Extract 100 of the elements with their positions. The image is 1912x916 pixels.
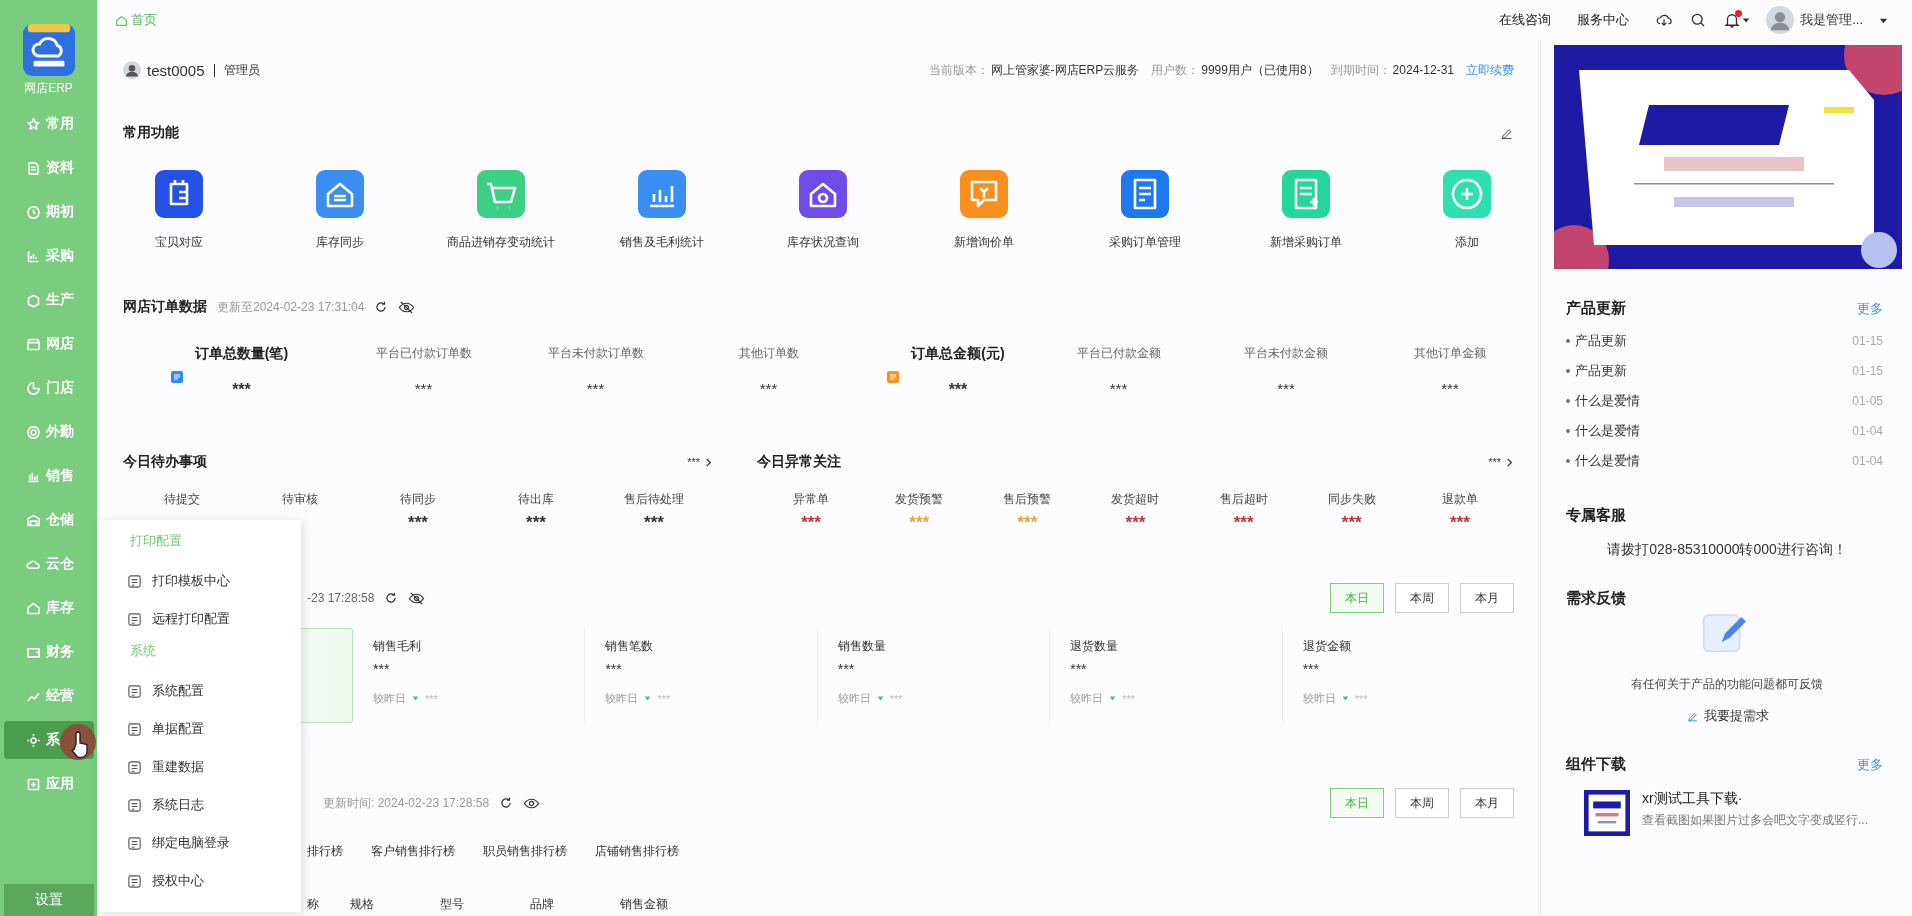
shortcut-button[interactable]: 新增询价单 (903, 170, 1064, 251)
menu-item[interactable]: 绑定电脑登录 (97, 824, 301, 862)
refresh-icon[interactable] (499, 796, 514, 810)
stat-label: 异常单 (793, 491, 830, 508)
menu-item[interactable]: 远程打印配置 (97, 600, 301, 638)
shortcut-button[interactable]: 宝贝对应 (98, 170, 259, 251)
stat-value: *** (801, 516, 821, 530)
menu-item[interactable]: 系统配置 (97, 672, 301, 710)
period-button[interactable]: 本周 (1395, 788, 1449, 818)
refresh-icon[interactable] (384, 591, 399, 605)
down-triangle-icon (876, 695, 884, 702)
stat-label: 售后预警 (1003, 491, 1052, 508)
house-icon (25, 600, 41, 616)
stat-label: 待出库 (518, 491, 554, 508)
stat-value: *** (1125, 516, 1146, 530)
star-icon (25, 116, 41, 132)
period-button[interactable]: 本周 (1395, 583, 1449, 613)
shortcut-button[interactable]: 销售及毛利统计 (581, 170, 742, 251)
update-time: -23 17:28:58 (307, 591, 375, 605)
feedback-text: 有任何关于产品的功能问题都可反馈 (1631, 676, 1823, 693)
update-time: 更新时间: 2024-02-23 17:28:58 (323, 794, 490, 812)
news-date: 01-04 (1852, 424, 1883, 438)
stat-value: *** (1449, 516, 1470, 530)
period-button[interactable]: 本月 (1460, 583, 1514, 613)
compare-value: *** (1122, 692, 1136, 705)
info-value: 2024-12-31 (1392, 63, 1454, 77)
shortcut-button[interactable]: 新增采购订单 (1225, 170, 1386, 251)
stat-label: 发货超时 (1111, 491, 1160, 508)
user-name[interactable]: 我是管理... (1800, 11, 1863, 29)
metric-label: 其他订单数 (738, 345, 799, 362)
bullet-icon (1566, 459, 1570, 463)
stat-value: *** (1017, 516, 1038, 530)
news-link[interactable]: 产品更新 (1575, 332, 1627, 350)
notification-bell-icon[interactable] (1723, 11, 1742, 29)
shortcut-button[interactable]: 库存同步 (259, 170, 420, 251)
shortcut-button[interactable]: 商品进销存变动统计 (420, 170, 581, 251)
compare-label: 较昨日 (373, 691, 406, 706)
app-name: 网店ERP (24, 80, 73, 97)
ranking-tab[interactable]: 店铺销售排行榜 (595, 843, 679, 860)
top-link[interactable]: 在线咨询 (1499, 11, 1552, 29)
stat-label: 待同步 (400, 491, 436, 508)
section-title: 今日异常关注 (757, 453, 841, 471)
menu-item[interactable]: 打印模板中心 (97, 562, 301, 600)
ranking-tab[interactable]: 职员销售排行榜 (483, 843, 567, 860)
menu-item[interactable]: 授权中心 (97, 862, 301, 900)
chevron-right-icon (1505, 457, 1514, 467)
menu-group-title: 打印配置 (129, 532, 183, 550)
avatar-icon[interactable] (1766, 6, 1795, 34)
more-link[interactable]: *** (1488, 456, 1514, 468)
news-link[interactable]: 什么是爱情 (1575, 452, 1640, 470)
download-description: 查看截图如果图片过多会吧文字变成竖行... (1642, 812, 1868, 829)
plus-icon (25, 776, 41, 792)
compare-label: 较昨日 (605, 691, 639, 706)
news-link[interactable]: 什么是爱情 (1575, 422, 1640, 440)
download-link[interactable]: xr测试工具下载· (1642, 790, 1868, 808)
news-link[interactable]: 产品更新 (1575, 362, 1627, 380)
menu-item[interactable]: 系统日志 (97, 786, 301, 824)
news-link[interactable]: 什么是爱情 (1575, 392, 1640, 410)
more-link[interactable]: *** (687, 456, 713, 468)
stat-label: 发货预警 (895, 491, 944, 508)
info-value: 网上管家婆-网店ERP云服务 (990, 61, 1140, 79)
top-link[interactable]: 服务中心 (1577, 11, 1630, 29)
metric-title: 订单总数量(笔) (194, 345, 289, 363)
submit-request-link[interactable]: 我要提需求 (1685, 707, 1769, 725)
service-text: 请拨打028-85310000转000进行咨询！ (1606, 541, 1848, 559)
period-button[interactable]: 本月 (1460, 788, 1514, 818)
avatar-icon (123, 61, 141, 79)
account-role: 管理员 (223, 61, 260, 79)
menu-item[interactable]: 单据配置 (97, 710, 301, 748)
card-value: *** (837, 661, 855, 677)
document-icon (127, 611, 142, 627)
refresh-icon[interactable] (374, 300, 389, 314)
metric-value: *** (759, 380, 778, 397)
compare-value: *** (1354, 692, 1368, 705)
bullet-icon (1566, 339, 1570, 343)
menu-item[interactable]: 重建数据 (97, 748, 301, 786)
stat-value: *** (1233, 516, 1254, 530)
shortcut-button[interactable]: 采购订单管理 (1064, 170, 1225, 251)
stat-label: 售后超时 (1219, 491, 1268, 508)
card-value: *** (1070, 661, 1087, 677)
column-header: 销售金额 (620, 896, 669, 913)
caret-icon[interactable] (1742, 16, 1751, 24)
shortcut-button[interactable]: 库存状况查询 (742, 170, 903, 251)
bullet-icon (1566, 369, 1570, 373)
section-title: 今日待办事项 (123, 453, 207, 471)
shop-icon (25, 336, 41, 352)
renew-link[interactable]: 立即续费 (1466, 61, 1514, 79)
column-header: 型号 (440, 896, 465, 913)
metric-label: 其他订单金额 (1414, 345, 1486, 362)
stat-value: *** (526, 516, 546, 530)
pie-icon (25, 380, 41, 396)
stat-label: 售后待处理 (624, 491, 684, 508)
news-date: 01-05 (1852, 394, 1883, 408)
metric-value: *** (1109, 380, 1128, 397)
document-icon (25, 160, 41, 176)
shortcut-button[interactable]: 添加 (1386, 170, 1540, 251)
ranking-tab[interactable]: 排行榜 (307, 843, 343, 860)
metric-label: 平台已付款订单数 (375, 345, 472, 362)
compare-label: 较昨日 (1070, 691, 1104, 706)
ranking-tab[interactable]: 客户销售排行榜 (371, 843, 455, 860)
